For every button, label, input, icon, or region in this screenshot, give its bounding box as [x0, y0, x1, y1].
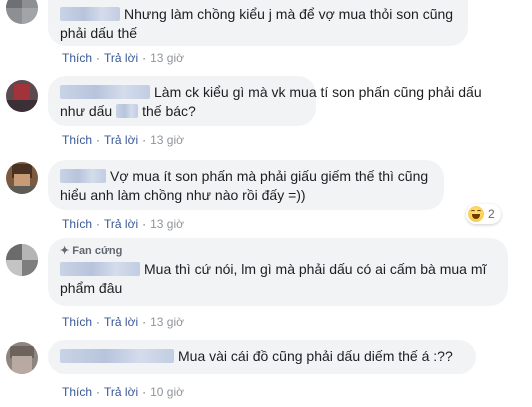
comment-bubble: Vợ mua ít son phấn mà phải giấu giếm thế…	[48, 160, 444, 210]
comment-text: thế bác?	[142, 103, 196, 119]
like-link[interactable]: Thích	[62, 217, 92, 231]
haha-emoji-icon	[468, 206, 484, 222]
comment-bubble: Nhưng làm chồng kiểu j mà để vợ mua thỏi…	[48, 0, 468, 46]
avatar[interactable]	[6, 80, 38, 112]
comment-text: Mua thì cứ nói, lm gì mà phải dấu có ai …	[144, 261, 487, 277]
reply-link[interactable]: Trả lời	[104, 133, 138, 147]
reply-link[interactable]: Trả lời	[104, 315, 138, 329]
comment-text: như dấu	[60, 103, 113, 119]
comment-actions: Thích · Trả lời · 13 giờ	[62, 133, 184, 147]
reply-link[interactable]: Trả lời	[104, 51, 138, 65]
reaction-summary[interactable]: 2	[466, 204, 501, 224]
timestamp[interactable]: 13 giờ	[150, 133, 184, 147]
comment-text: Vợ mua ít son phấn mà phải giấu giếm thế…	[60, 168, 429, 203]
timestamp[interactable]: 13 giờ	[150, 217, 184, 231]
comment-text: phẩm đâu	[60, 280, 123, 296]
avatar[interactable]	[6, 244, 38, 276]
comment-bubble: Mua vài cái đồ cũng phải dấu diếm thế á …	[48, 340, 476, 374]
avatar[interactable]	[6, 0, 38, 24]
like-link[interactable]: Thích	[62, 133, 92, 147]
comment-actions: Thích · Trả lời · 13 giờ	[62, 315, 184, 329]
comment-text: Mua vài cái đồ cũng phải dấu diếm thế á …	[178, 348, 453, 364]
blurred-author-name	[60, 85, 150, 99]
blurred-author-name	[60, 349, 174, 363]
like-link[interactable]: Thích	[62, 385, 92, 399]
comment-bubble: ✦ Fan cứng Mua thì cứ nói, lm gì mà phải …	[48, 238, 508, 306]
fan-badge: ✦ Fan cứng	[60, 244, 496, 258]
reply-link[interactable]: Trả lời	[104, 217, 138, 231]
avatar[interactable]	[6, 342, 38, 374]
comment-text: Làm ck kiểu gì mà vk mua tí son phấn cũn…	[154, 84, 482, 100]
star-icon: ✦	[60, 245, 70, 257]
comment-actions: Thích · Trả lời · 13 giờ	[62, 51, 184, 65]
timestamp[interactable]: 10 giờ	[150, 385, 184, 399]
like-link[interactable]: Thích	[62, 51, 92, 65]
timestamp[interactable]: 13 giờ	[150, 51, 184, 65]
reaction-count: 2	[488, 207, 495, 221]
blurred-author-name	[60, 169, 106, 183]
comment-actions: Thích · Trả lời · 13 giờ	[62, 217, 184, 231]
comment-actions: Thích · Trả lời · 10 giờ	[62, 385, 184, 399]
reply-link[interactable]: Trả lời	[104, 385, 138, 399]
like-link[interactable]: Thích	[62, 315, 92, 329]
blurred-author-name	[60, 7, 120, 21]
comment-bubble: Làm ck kiểu gì mà vk mua tí son phấn cũn…	[48, 76, 482, 126]
timestamp[interactable]: 13 giờ	[150, 315, 184, 329]
fan-badge-label: Fan cứng	[72, 245, 123, 257]
blurred-author-name	[60, 262, 140, 276]
avatar[interactable]	[6, 162, 38, 194]
blurred-mention	[116, 104, 139, 118]
